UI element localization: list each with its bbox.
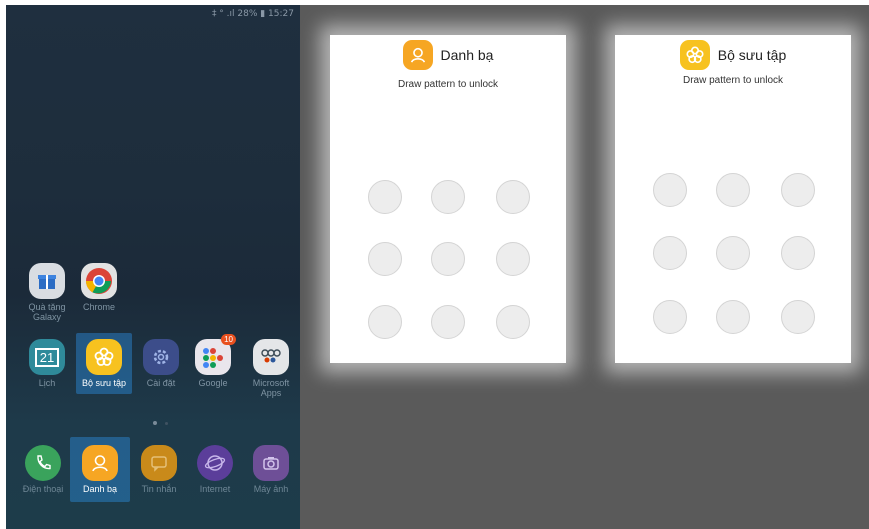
app-label: Internet	[199, 484, 231, 494]
lock-header: Bộ sưu tập	[615, 35, 851, 75]
app-may-anh[interactable]: Máy ảnh	[244, 445, 298, 494]
gift-icon	[29, 263, 65, 299]
app-label: Quà tặng Galaxy	[28, 302, 66, 322]
pattern-dot[interactable]	[368, 180, 402, 214]
app-label: Cài đặt	[146, 378, 176, 388]
app-label: Bộ sưu tập	[81, 378, 127, 388]
app-lich[interactable]: 21 Lịch	[20, 339, 74, 388]
pattern-dot[interactable]	[653, 300, 687, 334]
screenshot-frame: ‡ ° .ıl 28% ▮ 15:27 Quà tặng Galaxy Chro…	[6, 5, 869, 529]
internet-icon	[197, 445, 233, 481]
page-indicator	[165, 422, 168, 425]
pattern-dot[interactable]	[496, 242, 530, 276]
pattern-dot[interactable]	[496, 180, 530, 214]
camera-icon	[253, 445, 289, 481]
app-qua-tang-galaxy[interactable]: Quà tặng Galaxy	[20, 263, 74, 322]
app-label: Máy ảnh	[253, 484, 289, 494]
pattern-dot[interactable]	[781, 236, 815, 270]
app-bo-suu-tap[interactable]: Bộ sưu tập	[76, 333, 132, 394]
pattern-dot[interactable]	[431, 180, 465, 214]
pattern-dot[interactable]	[431, 242, 465, 276]
settings-gear-icon	[143, 339, 179, 375]
lock-app-title: Bộ sưu tập	[717, 47, 787, 63]
contacts-icon	[82, 445, 118, 481]
microsoft-folder-icon	[253, 339, 289, 375]
pattern-dot[interactable]	[368, 305, 402, 339]
chrome-icon	[81, 263, 117, 299]
gallery-flower-icon	[679, 40, 710, 70]
phone-icon	[25, 445, 61, 481]
app-label: Điện thoại	[22, 484, 64, 494]
gallery-flower-icon	[86, 339, 122, 375]
home-screen: ‡ ° .ıl 28% ▮ 15:27 Quà tặng Galaxy Chro…	[6, 5, 300, 529]
app-chrome[interactable]: Chrome	[72, 263, 126, 312]
unlock-prompt: Draw pattern to unlock	[397, 79, 499, 90]
pattern-dot[interactable]	[496, 305, 530, 339]
app-cai-dat[interactable]: Cài đặt	[134, 339, 188, 388]
calendar-icon: 21	[29, 339, 65, 375]
lock-header: Danh bạ	[330, 35, 566, 75]
lock-screen-bo-suu-tap: Bộ sưu tập Draw pattern to unlock	[615, 35, 851, 363]
unlock-prompt: Draw pattern to unlock	[682, 75, 784, 86]
app-google-folder[interactable]: 10 Google	[186, 334, 240, 388]
page-indicator-active	[153, 421, 157, 425]
messages-icon	[141, 445, 177, 481]
pattern-dot[interactable]	[653, 236, 687, 270]
app-dien-thoai[interactable]: Điện thoại	[16, 445, 70, 494]
pattern-dot[interactable]	[653, 173, 687, 207]
app-label: Chrome	[82, 302, 115, 312]
app-danh-ba[interactable]: Danh bạ	[70, 437, 130, 502]
app-label: Google	[198, 378, 228, 388]
pattern-dot[interactable]	[716, 236, 750, 270]
google-folder-icon: 10	[195, 334, 236, 375]
app-label: Tin nhắn	[141, 484, 177, 494]
app-label: Microsoft Apps	[252, 378, 290, 398]
app-label: Danh bạ	[82, 484, 118, 494]
pattern-dot[interactable]	[431, 305, 465, 339]
app-microsoft-apps[interactable]: Microsoft Apps	[244, 339, 298, 398]
pattern-dot[interactable]	[781, 173, 815, 207]
pattern-dot[interactable]	[716, 300, 750, 334]
app-internet[interactable]: Internet	[188, 445, 242, 494]
pattern-dot[interactable]	[368, 242, 402, 276]
app-tin-nhan[interactable]: Tin nhắn	[132, 445, 186, 494]
contacts-icon	[402, 40, 433, 70]
app-label: Lịch	[38, 378, 56, 388]
pattern-dot[interactable]	[781, 300, 815, 334]
lock-screen-danh-ba: Danh bạ Draw pattern to unlock	[330, 35, 566, 363]
status-bar: ‡ ° .ıl 28% ▮ 15:27	[211, 9, 294, 19]
pattern-dot[interactable]	[716, 173, 750, 207]
lock-app-title: Danh bạ	[440, 47, 494, 63]
notification-badge: 10	[221, 334, 236, 345]
